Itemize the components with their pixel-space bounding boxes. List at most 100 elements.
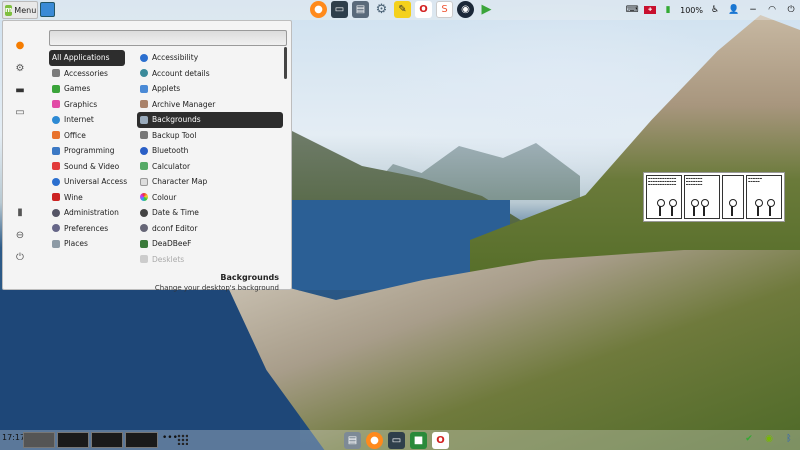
workspace-2[interactable]	[57, 432, 89, 448]
app-label: Desklets	[152, 254, 185, 264]
app-item[interactable]: Accessibility	[137, 50, 283, 66]
app-item[interactable]: Bluetooth	[137, 143, 283, 159]
dock-files-icon[interactable]: ▤	[344, 431, 361, 449]
universal-access-icon	[52, 177, 60, 186]
favorite-terminal-icon[interactable]: ▬	[13, 83, 27, 97]
description-text: Change your desktop's background	[154, 284, 279, 292]
wine-icon	[52, 193, 60, 202]
comic-panel: ▬▬▬▬▬▬▬▬▬▬▬▬ ▬▬▬▬▬▬▬▬▬▬▬▬ ▬▬▬▬▬▬▬▬▬▬▬▬	[646, 175, 682, 219]
app-item[interactable]: Backup Tool	[137, 128, 283, 144]
app-item[interactable]: Archive Manager	[137, 97, 283, 113]
bluetooth-tray-icon[interactable]: ᛒ	[782, 432, 796, 446]
app-item[interactable]: Date & Time	[137, 205, 283, 221]
shutdown-icon[interactable]: ⏻	[13, 250, 27, 264]
category-item[interactable]: Sound & Video	[49, 159, 125, 175]
opera-icon[interactable]: O	[415, 1, 432, 18]
category-item[interactable]: Programming	[49, 143, 125, 159]
nvidia-icon[interactable]: ◉	[762, 432, 776, 446]
category-item[interactable]: Wine	[49, 190, 125, 206]
category-item[interactable]: Internet	[49, 112, 125, 128]
app-item[interactable]: Account details	[137, 66, 283, 82]
media-player-icon[interactable]: ▶	[478, 1, 495, 18]
logout-icon[interactable]: ⊖	[13, 228, 27, 242]
mint-logo-icon: m	[5, 4, 13, 16]
app-list-scrollbar[interactable]	[284, 47, 287, 79]
colour-icon	[140, 193, 148, 202]
places-icon	[52, 239, 60, 248]
app-label: Backgrounds	[152, 115, 201, 125]
app-item[interactable]: Backgrounds	[137, 112, 283, 128]
firefox-icon[interactable]: ●	[310, 1, 327, 18]
app-item[interactable]: Character Map	[137, 174, 283, 190]
category-label: Sound & Video	[64, 161, 120, 171]
preferences-icon	[52, 224, 60, 233]
category-item[interactable]: Accessories	[49, 66, 125, 82]
office-icon	[52, 131, 60, 140]
sound-video-icon	[52, 162, 60, 171]
category-label: Graphics	[64, 99, 98, 109]
app-item[interactable]: Calculator	[137, 159, 283, 175]
accessibility-icon[interactable]: ♿	[708, 3, 722, 17]
administration-icon	[52, 208, 60, 217]
comic-desklet[interactable]: ▬▬▬▬▬▬▬▬▬▬▬▬ ▬▬▬▬▬▬▬▬▬▬▬▬ ▬▬▬▬▬▬▬▬▬▬▬▬ ▬▬▬…	[643, 172, 785, 222]
category-item[interactable]: Places	[49, 236, 125, 252]
category-item[interactable]: Universal Access	[49, 174, 128, 190]
category-item[interactable]: All Applications	[49, 50, 125, 66]
category-item[interactable]: Preferences	[49, 221, 125, 237]
description-title: Backgrounds	[220, 273, 279, 282]
update-shield-icon[interactable]: ✔	[742, 432, 756, 446]
app-item[interactable]: Colour	[137, 190, 283, 206]
deadbeef-icon	[140, 239, 148, 248]
app-item[interactable]: DeaDBeeF	[137, 236, 283, 252]
steam-icon[interactable]: ◉	[457, 1, 474, 18]
category-label: Wine	[64, 192, 83, 202]
app-item[interactable]: Desklets	[137, 252, 283, 268]
dock-firefox-icon[interactable]: ●	[366, 431, 383, 449]
category-label: Universal Access	[64, 177, 128, 187]
dock-opera-icon[interactable]: O	[432, 431, 449, 449]
application-list: Accessibility Account details Applets Ar…	[137, 50, 283, 267]
category-item[interactable]: Graphics	[49, 97, 125, 113]
favorite-settings-icon[interactable]: ⚙	[13, 61, 27, 75]
network-icon[interactable]: ◠	[765, 3, 779, 17]
bluetooth-icon	[140, 146, 148, 155]
category-item[interactable]: Games	[49, 81, 125, 97]
dock: ▤ ● ▭ ■ O	[344, 430, 449, 450]
applets-icon	[140, 84, 148, 93]
workspace-1[interactable]	[23, 432, 55, 448]
keyboard-icon[interactable]: ⌨	[625, 3, 639, 17]
user-icon[interactable]: 👤	[727, 3, 741, 17]
favorite-folder-icon[interactable]: ▭	[13, 105, 27, 119]
category-item[interactable]: Administration	[49, 205, 125, 221]
app-item[interactable]: Applets	[137, 81, 283, 97]
show-desktop-icon[interactable]	[40, 2, 55, 17]
character-map-icon	[140, 177, 148, 186]
slack-icon[interactable]: S	[436, 1, 453, 18]
bottom-tray: ✔ ◉ ᛒ	[742, 432, 796, 446]
search-input[interactable]	[49, 30, 287, 46]
settings-icon[interactable]: ⚙	[373, 1, 390, 18]
app-grid-icon[interactable]	[177, 434, 188, 445]
category-item[interactable]: Office	[49, 128, 125, 144]
favorite-firefox-icon[interactable]: ●	[13, 38, 27, 52]
dock-terminal-icon[interactable]: ▭	[388, 431, 405, 449]
volume-icon[interactable]: −	[746, 3, 760, 17]
category-label: Programming	[64, 146, 115, 156]
battery-icon[interactable]: ▮	[661, 3, 675, 17]
app-label: Character Map	[152, 177, 208, 187]
menu-button[interactable]: m Menu	[2, 1, 38, 19]
workspace-4[interactable]	[125, 432, 158, 448]
lock-screen-icon[interactable]: ▮	[13, 205, 27, 219]
category-label: Administration	[64, 208, 119, 218]
clock[interactable]: 17:17	[2, 433, 25, 442]
terminal-icon[interactable]: ▭	[331, 1, 348, 18]
app-item[interactable]: dconf Editor	[137, 221, 283, 237]
workspace-3[interactable]	[91, 432, 123, 448]
notes-icon[interactable]: ✎	[394, 1, 411, 18]
more-workspaces[interactable]: •••	[162, 433, 178, 443]
files-icon[interactable]: ▤	[352, 1, 369, 18]
dock-app-icon[interactable]: ■	[410, 431, 427, 449]
power-icon[interactable]: ⏻	[784, 3, 798, 17]
app-label: dconf Editor	[152, 223, 198, 233]
flag-icon[interactable]: ✚	[644, 6, 657, 14]
